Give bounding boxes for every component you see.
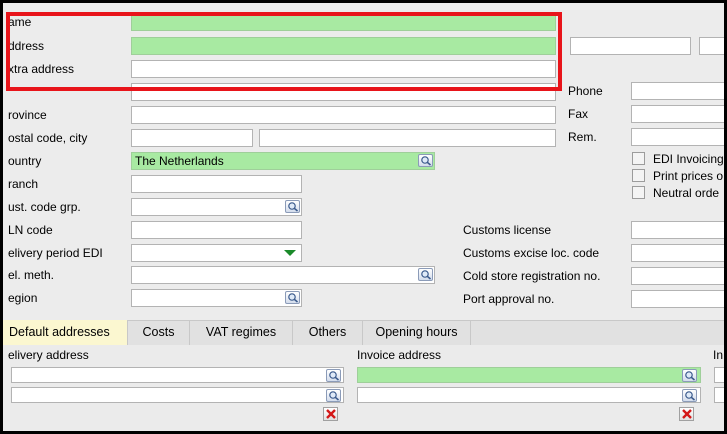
rem-label: Rem. xyxy=(568,130,597,144)
phone-label: Phone xyxy=(568,84,603,98)
postal-city-label: ostal code, city xyxy=(8,131,88,145)
rem-field[interactable] xyxy=(631,128,724,146)
delivery-period-edi-select[interactable] xyxy=(131,244,302,262)
country-lookup-icon[interactable] xyxy=(418,154,433,167)
third-address-line1[interactable] xyxy=(714,367,724,383)
customs-excise-label: Customs excise loc. code xyxy=(463,246,600,260)
cust-code-group-field[interactable] xyxy=(131,198,302,216)
cold-store-label: Cold store registration no. xyxy=(463,269,601,283)
tab-costs[interactable]: Costs xyxy=(128,320,190,345)
branch-label: ranch xyxy=(8,177,39,191)
neutral-order-label: Neutral orde xyxy=(653,186,720,200)
delivery-address-delete-icon[interactable] xyxy=(323,407,338,421)
extra-address-field[interactable] xyxy=(131,60,556,78)
chevron-down-icon[interactable] xyxy=(284,250,296,256)
del-meth-label: el. meth. xyxy=(8,268,55,282)
address-suffix-field[interactable] xyxy=(699,37,724,55)
del-meth-lookup-icon[interactable] xyxy=(418,268,433,281)
delivery-address-lookup-icon[interactable] xyxy=(326,369,341,382)
invoice-address-label: Invoice address xyxy=(357,348,442,362)
delivery-period-edi-label: elivery period EDI xyxy=(8,246,103,260)
invoice-address-line2[interactable] xyxy=(357,387,701,403)
del-meth-field[interactable] xyxy=(131,266,435,284)
name-label: ame xyxy=(8,15,32,29)
invoice-address-delete-icon[interactable] xyxy=(679,407,694,421)
phone-field[interactable] xyxy=(631,82,724,100)
customer-form-window: ame ddress xtra address Phone rovince Fa… xyxy=(3,3,724,431)
region-lookup-icon[interactable] xyxy=(285,291,300,304)
delivery-address-label: elivery address xyxy=(8,348,89,362)
invoice-address-line1[interactable] xyxy=(357,367,701,383)
city-field[interactable] xyxy=(259,129,556,147)
cold-store-field[interactable] xyxy=(631,267,724,285)
region-field[interactable] xyxy=(131,289,302,307)
address-field[interactable] xyxy=(131,37,556,55)
tab-others[interactable]: Others xyxy=(293,320,363,345)
invoice-address-lookup-icon[interactable] xyxy=(682,369,697,382)
region-label: egion xyxy=(8,291,38,305)
ln-code-field[interactable] xyxy=(131,221,302,239)
fax-field[interactable] xyxy=(631,105,724,123)
cust-code-group-label: ust. code grp. xyxy=(8,200,81,214)
address-label: ddress xyxy=(8,39,45,53)
branch-field[interactable] xyxy=(131,175,302,193)
customs-license-label: Customs license xyxy=(463,223,552,237)
third-address-line2[interactable] xyxy=(714,387,724,403)
postal-code-field[interactable] xyxy=(131,129,253,147)
print-prices-checkbox[interactable] xyxy=(632,169,645,182)
invoice-address-lookup-icon-2[interactable] xyxy=(682,389,697,402)
third-address-label: In xyxy=(713,348,724,362)
delivery-address-line2[interactable] xyxy=(11,387,344,403)
delivery-address-lookup-icon-2[interactable] xyxy=(326,389,341,402)
address-number-field[interactable] xyxy=(570,37,691,55)
customs-license-field[interactable] xyxy=(631,221,724,239)
address-line3-field[interactable] xyxy=(131,83,556,101)
delivery-address-line1[interactable] xyxy=(11,367,344,383)
neutral-order-checkbox[interactable] xyxy=(632,186,645,199)
ln-code-label: LN code xyxy=(8,223,53,237)
cust-code-lookup-icon[interactable] xyxy=(285,200,300,213)
country-field[interactable]: The Netherlands xyxy=(131,152,435,170)
province-label: rovince xyxy=(8,108,47,122)
country-value: The Netherlands xyxy=(135,154,224,168)
tab-default-addresses[interactable]: Default addresses xyxy=(3,320,128,345)
province-field[interactable] xyxy=(131,106,556,124)
tab-opening-hours[interactable]: Opening hours xyxy=(363,320,471,345)
country-label: ountry xyxy=(8,154,42,168)
port-approval-field[interactable] xyxy=(631,290,724,308)
extra-address-label: xtra address xyxy=(8,62,75,76)
fax-label: Fax xyxy=(568,107,589,121)
name-field[interactable] xyxy=(131,13,556,31)
tab-vat-regimes[interactable]: VAT regimes xyxy=(190,320,293,345)
edi-invoicing-checkbox[interactable] xyxy=(632,152,645,165)
port-approval-label: Port approval no. xyxy=(463,292,555,306)
edi-invoicing-label: EDI Invoicing xyxy=(653,152,724,166)
print-prices-label: Print prices o xyxy=(653,169,724,183)
customs-excise-field[interactable] xyxy=(631,244,724,262)
